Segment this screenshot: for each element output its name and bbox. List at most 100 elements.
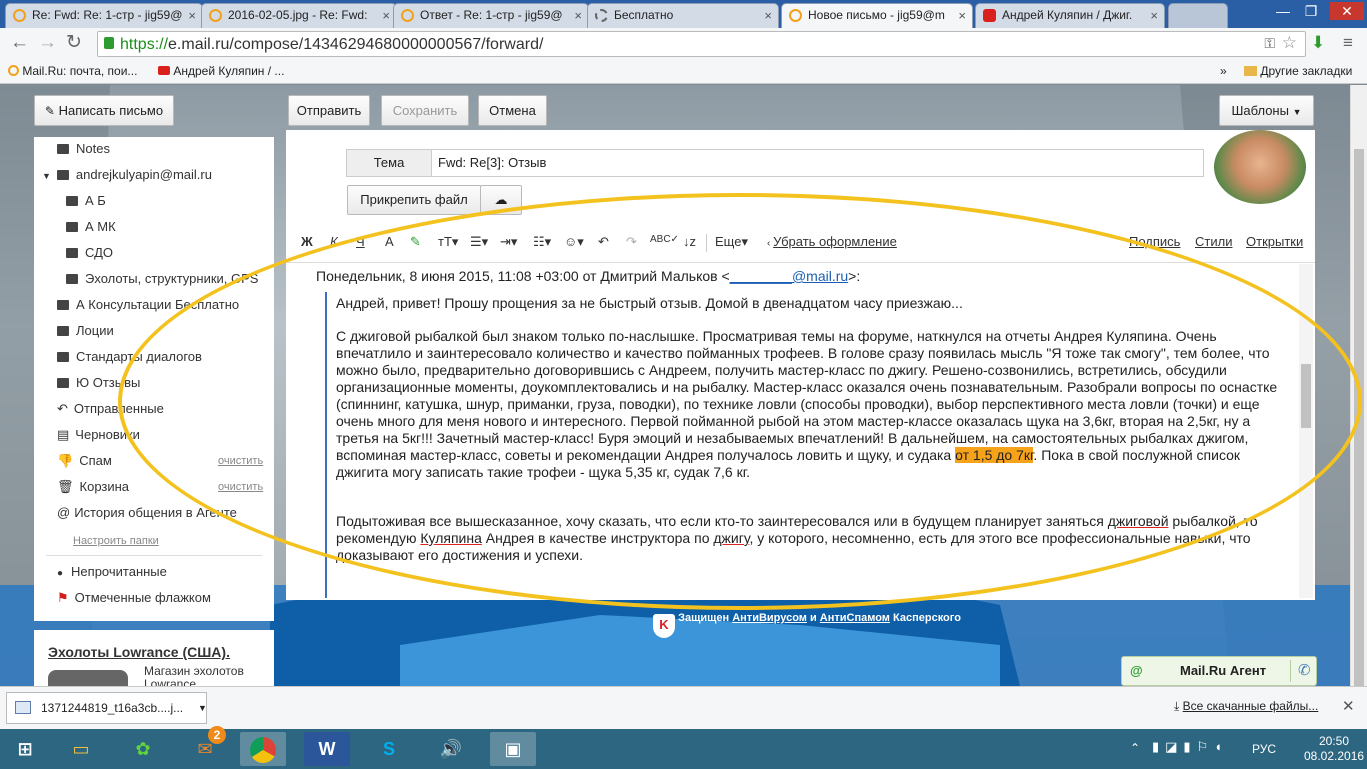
- key-icon[interactable]: ⚿: [1264, 35, 1275, 52]
- other-bookmarks[interactable]: Другие закладки: [1244, 64, 1352, 78]
- signature-link[interactable]: Подпись: [1129, 234, 1180, 249]
- tray-chevron-icon[interactable]: ⌃: [1130, 741, 1140, 755]
- photo-viewer-icon[interactable]: ▣: [490, 732, 536, 766]
- skype-icon[interactable]: S: [366, 732, 412, 766]
- folder-account[interactable]: ▼ andrejkulyapin@mail.ru: [42, 165, 212, 191]
- browser-tab[interactable]: Андрей Куляпин / Джиг. ×: [975, 3, 1165, 28]
- close-icon[interactable]: ×: [958, 4, 966, 27]
- folder-ab[interactable]: А Б: [66, 191, 106, 217]
- compose-button[interactable]: ✎ Написать письмо: [34, 95, 174, 126]
- browser-tab[interactable]: Re: Fwd: Re: 1-стр - jig59@ ×: [5, 3, 203, 28]
- send-button[interactable]: Отправить: [288, 95, 370, 126]
- italic-button[interactable]: К: [330, 234, 338, 249]
- templates-button[interactable]: Шаблоны ▼: [1219, 95, 1314, 126]
- folder-reviews[interactable]: Ю Отзывы: [57, 373, 140, 399]
- clean-trash-link[interactable]: очистить: [218, 477, 263, 497]
- editor-scrollbar[interactable]: [1299, 264, 1313, 598]
- tray-icons[interactable]: ▮◪▮⚐◖: [1152, 739, 1228, 755]
- word-icon[interactable]: W: [304, 732, 350, 766]
- antivirus-link[interactable]: АнтиВирусом: [732, 612, 807, 624]
- reload-icon[interactable]: ↻: [66, 33, 82, 53]
- mail-agent-icon[interactable]: ✉ 2: [182, 726, 228, 766]
- bold-button[interactable]: Ж: [301, 234, 313, 249]
- styles-link[interactable]: Стили: [1195, 234, 1232, 249]
- mailru-agent-bar[interactable]: @ Mail.Ru Агент ✆: [1121, 656, 1317, 686]
- all-downloads-link[interactable]: ⤓ Все скачанные файлы...: [1174, 699, 1318, 714]
- list-icon[interactable]: ☷▾: [533, 234, 551, 250]
- align-icon[interactable]: ☰▾: [470, 234, 488, 250]
- close-icon[interactable]: ×: [188, 4, 196, 27]
- folder-standards[interactable]: Стандарты диалогов: [57, 347, 202, 373]
- windows-start-icon[interactable]: ⊞: [2, 732, 48, 766]
- close-icon[interactable]: ×: [574, 4, 582, 27]
- quote-sender-link[interactable]: ________@mail.ru: [730, 268, 849, 284]
- ad-block[interactable]: Эхолоты Lowrance (США). Магазин эхолотов…: [34, 630, 274, 686]
- bookmark-item[interactable]: Mail.Ru: почта, пои...: [8, 64, 137, 78]
- folder-drafts[interactable]: ▤ Черновики: [57, 425, 140, 451]
- scrollbar-thumb[interactable]: [1301, 364, 1311, 428]
- folder-trash[interactable]: 🗑 Корзина очистить: [57, 477, 274, 503]
- postcards-link[interactable]: Открытки: [1246, 234, 1303, 249]
- folder-amk[interactable]: А МК: [66, 217, 116, 243]
- redo-icon[interactable]: ↷: [626, 234, 637, 250]
- folder-spam[interactable]: 👎 Спам очистить: [57, 451, 274, 477]
- language-indicator[interactable]: РУС: [1252, 742, 1276, 756]
- smiley-icon[interactable]: ☺▾: [564, 234, 584, 250]
- folder-notes[interactable]: Notes: [57, 139, 110, 165]
- page-scrollbar[interactable]: [1350, 85, 1367, 689]
- remove-format-button[interactable]: ‹ Убрать оформление: [767, 234, 897, 249]
- minimize-icon[interactable]: —: [1270, 2, 1296, 20]
- close-window-icon[interactable]: ✕: [1330, 2, 1364, 20]
- url-field[interactable]: https://e.mail.ru/compose/14346294680000…: [97, 31, 1306, 57]
- audio-icon[interactable]: 🔊: [428, 732, 474, 766]
- text-color-icon[interactable]: A: [385, 234, 394, 249]
- folder-consult[interactable]: А Консультации Бесплатно: [57, 295, 239, 321]
- save-button[interactable]: Сохранить: [381, 95, 469, 126]
- download-item[interactable]: 1371244819_t16a3cb....j... ▼: [6, 692, 207, 724]
- underline-button[interactable]: Ч: [356, 234, 365, 249]
- translit-icon[interactable]: ↓z: [683, 234, 696, 249]
- caret-down-icon[interactable]: ▼: [198, 693, 207, 723]
- scrollbar-thumb[interactable]: [1354, 149, 1364, 689]
- cancel-button[interactable]: Отмена: [478, 95, 547, 126]
- undo-icon[interactable]: ↶: [598, 234, 609, 250]
- maximize-icon[interactable]: ❐: [1298, 2, 1324, 20]
- clean-spam-link[interactable]: очистить: [218, 451, 263, 471]
- configure-folders-link[interactable]: Настроить папки: [73, 531, 159, 557]
- folder-agent-history[interactable]: @ История общения в Агенте: [57, 503, 237, 529]
- extension-icon[interactable]: ⬇: [1311, 33, 1325, 53]
- cloud-attach-button[interactable]: ☁: [480, 185, 522, 215]
- phone-icon[interactable]: ✆: [1298, 661, 1311, 679]
- folder-lotsii[interactable]: Лоции: [57, 321, 114, 347]
- menu-icon[interactable]: ≡: [1343, 33, 1353, 53]
- ad-title[interactable]: Эхолоты Lowrance (США).: [48, 644, 230, 660]
- file-explorer-icon[interactable]: ▭: [58, 732, 104, 766]
- attach-file-button[interactable]: Прикрепить файл: [347, 185, 481, 215]
- browser-tab[interactable]: 2016-02-05.jpg - Re: Fwd: ×: [201, 3, 397, 28]
- indent-icon[interactable]: ⇥▾: [500, 234, 517, 250]
- folder-sent[interactable]: ↶ Отправленные: [57, 399, 164, 425]
- antispam-link[interactable]: АнтиСпамом: [820, 612, 890, 624]
- folder-echo[interactable]: Эхолоты, структурники, GPS: [66, 269, 258, 295]
- spellcheck-icon[interactable]: ABC✓: [650, 234, 679, 245]
- new-tab-button[interactable]: [1168, 3, 1228, 28]
- highlight-icon[interactable]: ✎: [410, 234, 421, 250]
- expander-icon[interactable]: ▼: [42, 171, 51, 181]
- filter-flagged[interactable]: ⚑ Отмеченные флажком: [57, 588, 211, 614]
- close-icon[interactable]: ×: [1150, 4, 1158, 27]
- font-size-icon[interactable]: тT▾: [438, 234, 458, 250]
- bookmark-item[interactable]: Андрей Куляпин / ...: [158, 64, 284, 78]
- folder-sdo[interactable]: СДО: [66, 243, 113, 269]
- bookmarks-overflow-icon[interactable]: »: [1220, 64, 1227, 78]
- filter-unread[interactable]: ● Непрочитанные: [57, 562, 167, 588]
- clock[interactable]: 20:50 08.02.2016: [1304, 734, 1364, 764]
- icq-icon[interactable]: ✿: [120, 732, 166, 766]
- close-icon[interactable]: ×: [764, 4, 772, 27]
- subject-input[interactable]: Fwd: Re[3]: Отзыв: [431, 149, 1204, 177]
- chrome-icon[interactable]: [240, 732, 286, 766]
- browser-tab[interactable]: Бесплатно ×: [587, 3, 779, 28]
- star-icon[interactable]: ☆: [1282, 33, 1297, 53]
- browser-tab-active[interactable]: Новое письмо - jig59@m ×: [781, 3, 973, 28]
- close-icon[interactable]: ×: [382, 4, 390, 27]
- browser-tab[interactable]: Ответ - Re: 1-стр - jig59@ ×: [393, 3, 589, 28]
